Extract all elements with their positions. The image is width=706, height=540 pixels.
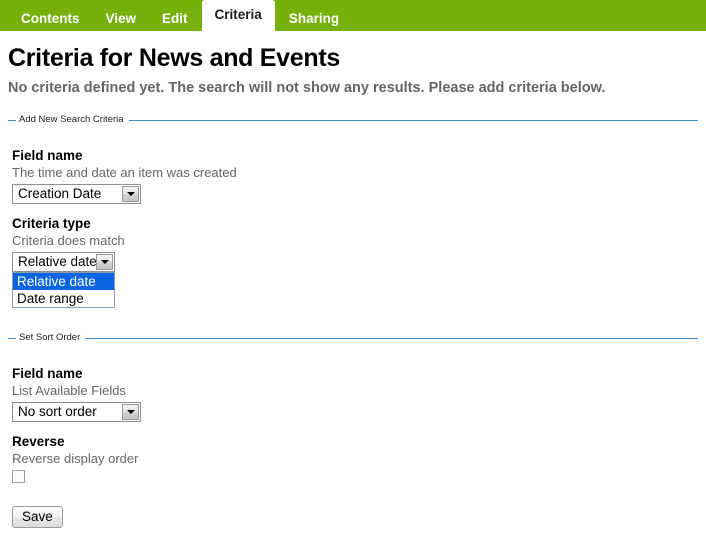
reverse-display-order-checkbox[interactable] — [12, 470, 25, 483]
page-title: Criteria for News and Events — [8, 44, 340, 72]
field-name-select[interactable]: Creation Date — [12, 184, 141, 204]
tab-edit[interactable]: Edit — [150, 6, 200, 31]
chevron-down-icon[interactable] — [122, 186, 139, 202]
page-description: No criteria defined yet. The search will… — [8, 80, 606, 96]
sort-order-select-value: No sort order — [18, 404, 97, 419]
add-criteria-body: Field name The time and date an item was… — [8, 126, 698, 314]
chevron-down-icon[interactable] — [96, 254, 113, 270]
sort-field-name-help: List Available Fields — [12, 383, 126, 398]
tab-contents[interactable]: Contents — [9, 6, 92, 31]
sort-order-legend-row: Set Sort Order — [8, 332, 698, 344]
page-content: Criteria for News and Events No criteria… — [0, 44, 706, 528]
sort-order-body: Field name List Available Fields No sort… — [8, 344, 698, 528]
criteria-type-select[interactable]: Relative date — [12, 252, 115, 272]
dropdown-option-relative-date[interactable]: Relative date — [13, 273, 114, 290]
dropdown-option-date-range[interactable]: Date range — [13, 290, 114, 307]
criteria-type-dropdown-list[interactable]: Relative date Date range — [12, 272, 115, 308]
field-name-select-value: Creation Date — [18, 186, 102, 201]
add-criteria-legend-row: Add New Search Criteria — [8, 114, 698, 126]
save-button[interactable]: Save — [12, 506, 63, 528]
criteria-field-name-label: Field name — [12, 148, 83, 163]
reverse-help: Reverse display order — [12, 451, 139, 466]
reverse-label: Reverse — [12, 434, 65, 449]
legend-dash-left — [8, 337, 16, 339]
tab-criteria[interactable]: Criteria — [201, 0, 275, 31]
chevron-down-icon[interactable] — [122, 404, 139, 420]
criteria-field-name-help: The time and date an item was created — [12, 165, 237, 180]
tab-sharing[interactable]: Sharing — [277, 6, 351, 31]
tab-view[interactable]: View — [94, 6, 149, 31]
legend-rule — [85, 337, 698, 339]
legend-rule — [128, 119, 698, 121]
add-criteria-legend: Add New Search Criteria — [19, 114, 124, 125]
criteria-type-help: Criteria does match — [12, 233, 125, 248]
legend-dash-left — [8, 119, 16, 121]
criteria-type-label: Criteria type — [12, 216, 91, 231]
sort-order-select[interactable]: No sort order — [12, 402, 141, 422]
set-sort-order-fieldset: Set Sort Order Field name List Available… — [8, 332, 698, 528]
criteria-type-select-wrap: Relative date Relative date Date range — [12, 252, 115, 308]
sort-field-name-label: Field name — [12, 366, 83, 381]
add-new-search-criteria-fieldset: Add New Search Criteria Field name The t… — [8, 114, 698, 314]
sort-order-legend: Set Sort Order — [19, 332, 81, 343]
tab-bar: Contents View Edit Criteria Sharing — [0, 0, 706, 31]
